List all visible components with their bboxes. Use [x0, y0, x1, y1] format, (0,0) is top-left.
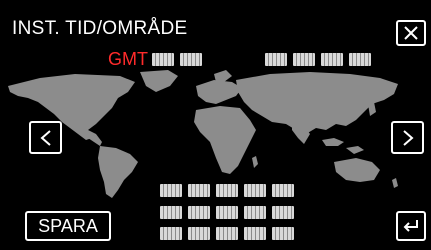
chevron-right-icon	[402, 129, 414, 146]
gmt-label: GMT	[108, 49, 148, 69]
chevron-left-icon	[39, 129, 51, 146]
close-icon	[404, 26, 418, 40]
gmt-offset-blocks	[152, 53, 202, 66]
prev-button[interactable]	[29, 121, 62, 154]
page-title: INST. TID/OMRÅDE	[12, 18, 188, 39]
time-row-1	[160, 184, 294, 197]
time-row-2	[160, 206, 294, 219]
next-button[interactable]	[391, 121, 424, 154]
screen: INST. TID/OMRÅDE GMT SPARA	[0, 0, 431, 250]
city-name-blocks	[265, 53, 371, 66]
save-button[interactable]: SPARA	[25, 211, 111, 241]
time-row-3	[160, 227, 294, 240]
close-button[interactable]	[396, 20, 426, 46]
return-icon	[403, 220, 418, 232]
world-map[interactable]	[0, 68, 431, 202]
return-button[interactable]	[396, 211, 426, 241]
